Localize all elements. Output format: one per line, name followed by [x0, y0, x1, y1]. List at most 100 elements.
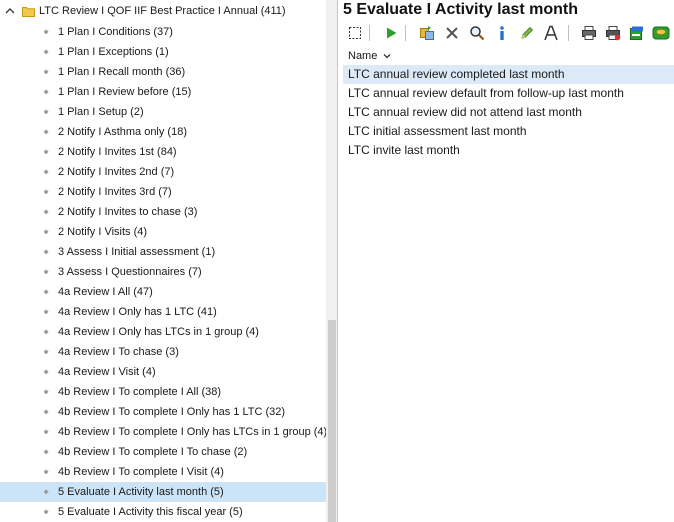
report-bullet-icon: [43, 149, 49, 155]
tree-item-label: 1 Plan I Review before (15): [58, 86, 192, 98]
report-bullet-icon: [43, 429, 49, 435]
tree-item-label: 4b Review I To complete I All (38): [58, 386, 222, 398]
delete-icon[interactable]: [442, 23, 462, 43]
edit-icon[interactable]: [517, 23, 537, 43]
tree-item-label: 4b Review I To complete I Only has LTCs …: [58, 426, 328, 438]
report-bullet-icon: [43, 329, 49, 335]
list-item-name: LTC annual review did not attend last mo…: [348, 105, 582, 119]
report-bullet-icon: [43, 89, 49, 95]
report-bullet-icon: [43, 409, 49, 415]
report-bullet-icon: [43, 249, 49, 255]
tree-item[interactable]: 5 Evaluate I Activity last month (5): [0, 482, 326, 502]
tree-item-label: 2 Notify I Invites to chase (3): [58, 206, 198, 218]
tree-item[interactable]: 2 Notify I Asthma only (18): [0, 122, 326, 142]
tree-item-label: 1 Plan I Conditions (37): [58, 26, 173, 38]
report-bullet-icon: [43, 349, 49, 355]
tree-item-label: 4a Review I To chase (3): [58, 346, 179, 358]
list-item[interactable]: LTC initial assessment last month: [343, 122, 674, 141]
column-header-label: Name: [348, 50, 378, 62]
tree-item-label: 3 Assess I Initial assessment (1): [58, 246, 216, 258]
tree-item-label: 2 Notify I Invites 1st (84): [58, 146, 177, 158]
print-red-icon[interactable]: [603, 23, 623, 43]
info-icon[interactable]: [492, 23, 512, 43]
print-icon[interactable]: [579, 23, 599, 43]
list-item-name: LTC initial assessment last month: [348, 124, 527, 138]
tree-item[interactable]: 3 Assess I Initial assessment (1): [0, 242, 326, 262]
tree-item[interactable]: 1 Plan I Setup (2): [0, 102, 326, 122]
tree-item[interactable]: 4b Review I To complete I Only has LTCs …: [0, 422, 328, 442]
tree-item-label: 4b Review I To complete I Only has 1 LTC…: [58, 406, 286, 418]
list-item-name: LTC annual review completed last month: [348, 67, 565, 81]
tree-item[interactable]: 1 Plan I Review before (15): [0, 82, 326, 102]
report-bullet-icon: [43, 209, 49, 215]
tree-item[interactable]: 4b Review I To complete I To chase (2): [0, 442, 326, 462]
page-title: 5 Evaluate I Activity last month: [343, 1, 579, 18]
run-icon[interactable]: [381, 23, 401, 43]
tree-item-label: 4a Review I Only has LTCs in 1 group (4): [58, 326, 259, 338]
tree-item[interactable]: 4a Review I To chase (3): [0, 342, 326, 362]
report-bullet-icon: [43, 69, 49, 75]
tree-item-label: 1 Plan I Setup (2): [58, 106, 144, 118]
tree-item[interactable]: 2 Notify I Invites 3rd (7): [0, 182, 326, 202]
report-bullet-icon: [43, 189, 49, 195]
tree-item-label: 4b Review I To complete I Visit (4): [58, 466, 224, 478]
tree-item-label: 2 Notify I Invites 2nd (7): [58, 166, 175, 178]
select-icon[interactable]: [345, 23, 365, 43]
list-item-name: LTC annual review default from follow-up…: [348, 86, 624, 100]
report-bullet-icon: [43, 229, 49, 235]
collapse-arrow-icon[interactable]: [4, 5, 16, 17]
toolbar-separator: [568, 25, 569, 41]
tree-item-label: 5 Evaluate I Activity last month (5): [58, 486, 224, 498]
toolbar-separator: [369, 25, 370, 41]
tree-item[interactable]: 4a Review I Only has LTCs in 1 group (4): [0, 322, 326, 342]
column-header-name[interactable]: Name: [343, 48, 674, 64]
export-icon[interactable]: [627, 23, 647, 43]
tree-item[interactable]: 5 Evaluate I Activity this fiscal year (…: [0, 502, 326, 522]
tree-root-node[interactable]: LTC Review I QOF IIF Best Practice I Ann…: [0, 2, 326, 22]
tree-item[interactable]: 4b Review I To complete I Only has 1 LTC…: [0, 402, 326, 422]
report-bullet-icon: [43, 489, 49, 495]
toolbar-separator: [405, 25, 406, 41]
report-bullet-icon: [43, 289, 49, 295]
tree-item-label: 2 Notify I Asthma only (18): [58, 126, 187, 138]
tree-item[interactable]: 4b Review I To complete I All (38): [0, 382, 326, 402]
list-item[interactable]: LTC annual review default from follow-up…: [343, 84, 674, 103]
report-bullet-icon: [43, 269, 49, 275]
tree-item[interactable]: 4a Review I Visit (4): [0, 362, 326, 382]
chevron-down-icon[interactable]: [382, 51, 392, 61]
tree-item[interactable]: 2 Notify I Visits (4): [0, 222, 326, 242]
tree-item[interactable]: 4b Review I To complete I Visit (4): [0, 462, 326, 482]
report-bullet-icon: [43, 309, 49, 315]
tree-item[interactable]: 1 Plan I Exceptions (1): [0, 42, 326, 62]
report-bullet-icon: [43, 369, 49, 375]
report-bullet-icon: [43, 29, 49, 35]
list-item[interactable]: LTC annual review did not attend last mo…: [343, 103, 674, 122]
tree-item[interactable]: 1 Plan I Recall month (36): [0, 62, 326, 82]
tree-item-label: 1 Plan I Exceptions (1): [58, 46, 169, 58]
search-icon[interactable]: [467, 23, 487, 43]
tree-item[interactable]: 2 Notify I Invites to chase (3): [0, 202, 326, 222]
list-item[interactable]: LTC invite last month: [343, 141, 674, 160]
copy-icon[interactable]: [417, 23, 437, 43]
tree-item[interactable]: 3 Assess I Questionnaires (7): [0, 262, 326, 282]
list-item[interactable]: LTC annual review completed last month: [343, 65, 674, 84]
tree-item-label: 2 Notify I Invites 3rd (7): [58, 186, 172, 198]
database-icon[interactable]: [651, 23, 671, 43]
tree-item-label: 4a Review I Only has 1 LTC (41): [58, 306, 217, 318]
report-bullet-icon: [43, 469, 49, 475]
tree-item[interactable]: 4a Review I Only has 1 LTC (41): [0, 302, 326, 322]
font-icon[interactable]: [541, 23, 561, 43]
report-pane: 5 Evaluate I Activity last month Name LT…: [339, 0, 674, 522]
tree-item[interactable]: 4a Review I All (47): [0, 282, 326, 302]
tree-item-label: 4a Review I Visit (4): [58, 366, 156, 378]
tree-item-label: 3 Assess I Questionnaires (7): [58, 266, 202, 278]
report-bullet-icon: [43, 109, 49, 115]
tree-item-label: 2 Notify I Visits (4): [58, 226, 148, 238]
report-bullet-icon: [43, 129, 49, 135]
tree-item[interactable]: 2 Notify I Invites 1st (84): [0, 142, 326, 162]
tree-scrollbar[interactable]: [326, 0, 337, 522]
tree-item[interactable]: 1 Plan I Conditions (37): [0, 22, 326, 42]
tree-scrollbar-thumb[interactable]: [328, 320, 336, 522]
report-bullet-icon: [43, 449, 49, 455]
tree-item[interactable]: 2 Notify I Invites 2nd (7): [0, 162, 326, 182]
